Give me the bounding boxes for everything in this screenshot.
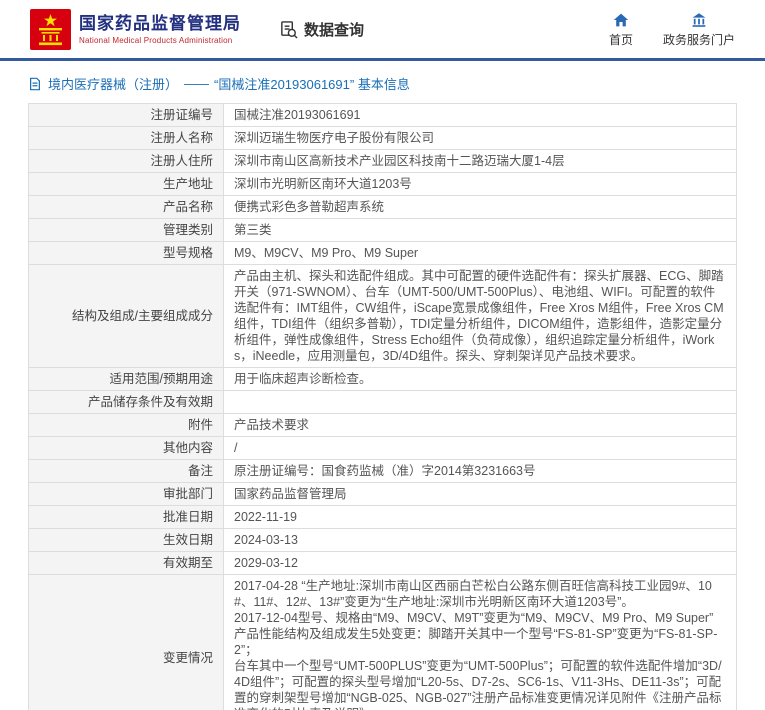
org-names: 国家药品监督管理局 National Medical Products Admi… <box>79 14 241 45</box>
row-value: 原注册证编号：国食药监械（准）字2014第3231663号 <box>224 460 737 483</box>
row-label: 注册人住所 <box>29 150 224 173</box>
row-label: 附件 <box>29 414 224 437</box>
page: 国家药品监督管理局 National Medical Products Admi… <box>0 0 765 710</box>
table-row: 其他内容 / <box>29 437 737 460</box>
row-label: 批准日期 <box>29 506 224 529</box>
table-row: 结构及组成/主要组成成分 产品由主机、探头和选配件组成。其中可配置的硬件选配件有… <box>29 265 737 368</box>
org-name-en: National Medical Products Administration <box>79 36 241 45</box>
row-label: 变更情况 <box>29 575 224 710</box>
row-label: 适用范围/预期用途 <box>29 368 224 391</box>
table-row: 产品储存条件及有效期 <box>29 391 737 414</box>
table-row: 型号规格 M9、M9CV、M9 Pro、M9 Super <box>29 242 737 265</box>
row-value: 国家药品监督管理局 <box>224 483 737 506</box>
row-label: 备注 <box>29 460 224 483</box>
data-query-label: 数据查询 <box>304 19 364 40</box>
table-row: 产品名称 便携式彩色多普勒超声系统 <box>29 196 737 219</box>
breadcrumb-category[interactable]: 境内医疗器械（注册） <box>48 74 178 93</box>
row-label: 其他内容 <box>29 437 224 460</box>
portal-icon <box>691 12 707 28</box>
row-label: 有效期至 <box>29 552 224 575</box>
row-value: / <box>224 437 737 460</box>
row-value: 深圳市光明新区南环大道1203号 <box>224 173 737 196</box>
registration-info-table: 注册证编号 国械注准20193061691 注册人名称 深圳迈瑞生物医疗电子股份… <box>28 103 737 710</box>
table-row: 附件 产品技术要求 <box>29 414 737 437</box>
breadcrumb-dash: —— <box>184 76 208 91</box>
table-row: 管理类别 第三类 <box>29 219 737 242</box>
table-row: 注册证编号 国械注准20193061691 <box>29 104 737 127</box>
row-value: M9、M9CV、M9 Pro、M9 Super <box>224 242 737 265</box>
table-row: 注册人住所 深圳市南山区高新技术产业园区科技南十二路迈瑞大厦1-4层 <box>29 150 737 173</box>
top-nav: 首页 政务服务门户 <box>609 12 739 48</box>
nav-portal-label: 政务服务门户 <box>663 31 735 48</box>
row-value: 用于临床超声诊断检查。 <box>224 368 737 391</box>
org-name-cn: 国家药品监督管理局 <box>79 14 241 34</box>
table-row: 生产地址 深圳市光明新区南环大道1203号 <box>29 173 737 196</box>
row-label: 注册证编号 <box>29 104 224 127</box>
table-row: 生效日期 2024-03-13 <box>29 529 737 552</box>
row-label: 管理类别 <box>29 219 224 242</box>
row-label: 产品名称 <box>29 196 224 219</box>
row-value: 产品由主机、探头和选配件组成。其中可配置的硬件选配件有：探头扩展器、ECG、脚踏… <box>224 265 737 368</box>
row-value: 国械注准20193061691 <box>224 104 737 127</box>
table-row: 批准日期 2022-11-19 <box>29 506 737 529</box>
row-value: 第三类 <box>224 219 737 242</box>
header: 国家药品监督管理局 National Medical Products Admi… <box>0 0 765 58</box>
row-label: 结构及组成/主要组成成分 <box>29 265 224 368</box>
header-divider <box>0 58 765 61</box>
breadcrumb: 境内医疗器械（注册） —— “国械注准20193061691” 基本信息 <box>28 74 737 93</box>
row-label: 审批部门 <box>29 483 224 506</box>
table-row: 审批部门 国家药品监督管理局 <box>29 483 737 506</box>
nav-home[interactable]: 首页 <box>609 12 633 48</box>
nav-portal[interactable]: 政务服务门户 <box>663 12 735 48</box>
nmpa-logo: 国家药品监督管理局 National Medical Products Admi… <box>30 9 241 50</box>
row-label: 生效日期 <box>29 529 224 552</box>
row-label: 型号规格 <box>29 242 224 265</box>
row-value: 2017-04-28 “生产地址:深圳市南山区西丽白芒松白公路东侧百旺信高科技工… <box>224 575 737 710</box>
table-row: 适用范围/预期用途 用于临床超声诊断检查。 <box>29 368 737 391</box>
table-row: 备注 原注册证编号：国食药监械（准）字2014第3231663号 <box>29 460 737 483</box>
table-row: 有效期至 2029-03-12 <box>29 552 737 575</box>
row-value: 2024-03-13 <box>224 529 737 552</box>
row-value: 深圳市南山区高新技术产业园区科技南十二路迈瑞大厦1-4层 <box>224 150 737 173</box>
nav-home-label: 首页 <box>609 31 633 48</box>
row-value <box>224 391 737 414</box>
row-value: 深圳迈瑞生物医疗电子股份有限公司 <box>224 127 737 150</box>
row-label: 产品储存条件及有效期 <box>29 391 224 414</box>
table-row: 注册人名称 深圳迈瑞生物医疗电子股份有限公司 <box>29 127 737 150</box>
row-value: 便携式彩色多普勒超声系统 <box>224 196 737 219</box>
data-query-tab[interactable]: 数据查询 <box>279 19 364 40</box>
document-icon <box>28 77 42 91</box>
row-label: 注册人名称 <box>29 127 224 150</box>
table-row: 变更情况 2017-04-28 “生产地址:深圳市南山区西丽白芒松白公路东侧百旺… <box>29 575 737 710</box>
row-value: 2022-11-19 <box>224 506 737 529</box>
page-title: “国械注准20193061691” 基本信息 <box>214 74 410 93</box>
row-label: 生产地址 <box>29 173 224 196</box>
row-value: 2029-03-12 <box>224 552 737 575</box>
document-search-icon <box>279 20 298 39</box>
home-icon <box>613 12 629 28</box>
national-emblem-icon <box>30 9 71 50</box>
row-value: 产品技术要求 <box>224 414 737 437</box>
